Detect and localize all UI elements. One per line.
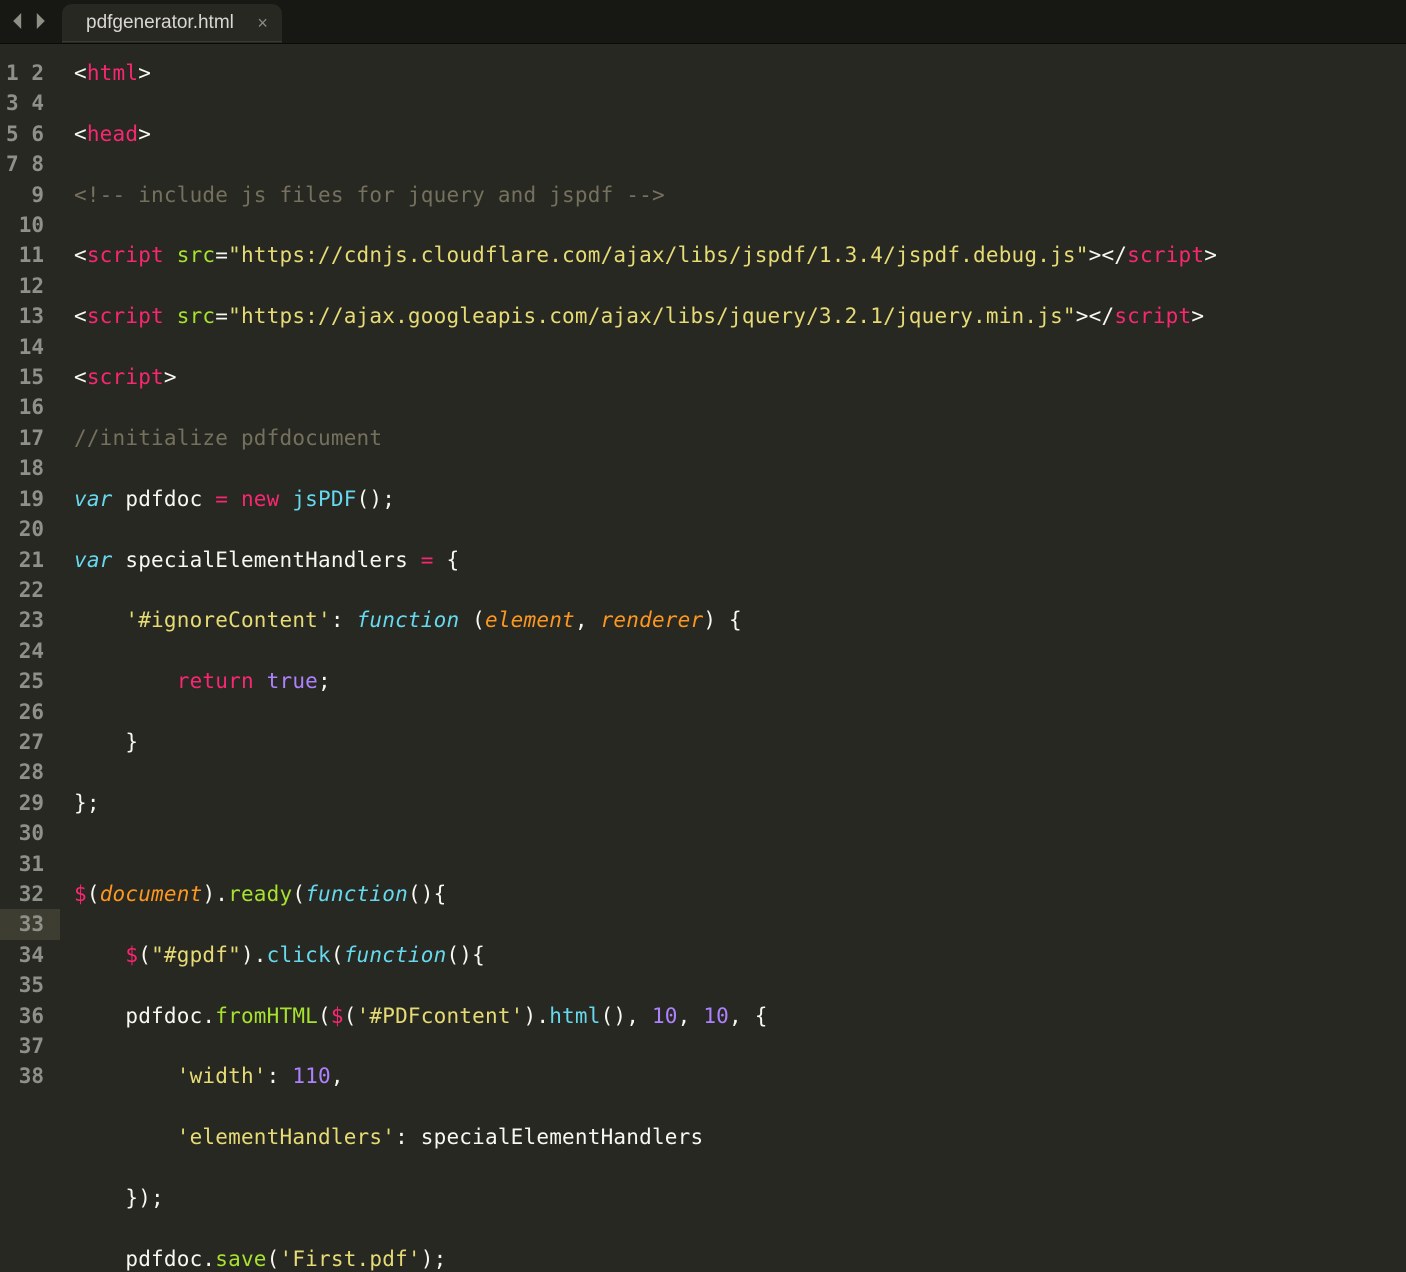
line-number: 36: [19, 1004, 44, 1028]
line-number: 14: [19, 335, 44, 359]
code-line: };: [74, 788, 1406, 818]
code-line: 'elementHandlers': specialElementHandler…: [74, 1122, 1406, 1152]
code-line: <script src="https://cdnjs.cloudflare.co…: [74, 240, 1406, 270]
code-line: //initialize pdfdocument: [74, 423, 1406, 453]
title-bar: pdfgenerator.html ×: [0, 0, 1406, 44]
code-line: $("#gpdf").click(function(){: [74, 940, 1406, 970]
code-line: <script src="https://ajax.googleapis.com…: [74, 301, 1406, 331]
line-number-gutter: 1 2 3 4 5 6 7 8 9 10 11 12 13 14 15 16 1…: [0, 44, 60, 1272]
code-line: $(document).ready(function(){: [74, 879, 1406, 909]
file-tab[interactable]: pdfgenerator.html ×: [62, 4, 282, 43]
line-number: 20: [19, 517, 44, 541]
tab-title: pdfgenerator.html: [86, 12, 234, 34]
code-line: <html>: [74, 58, 1406, 88]
line-number: 11: [19, 243, 44, 267]
code-line: return true;: [74, 666, 1406, 696]
code-line: '#ignoreContent': function (element, ren…: [74, 605, 1406, 635]
line-number: 33: [0, 909, 60, 939]
line-number: 5: [6, 122, 19, 146]
line-number: 38: [19, 1064, 44, 1088]
code-line: }: [74, 727, 1406, 757]
line-number: 27: [19, 730, 44, 754]
line-number: 23: [19, 608, 44, 632]
line-number: 30: [19, 821, 44, 845]
nav-forward-icon[interactable]: [32, 10, 48, 34]
line-number: 31: [19, 852, 44, 876]
line-number: 22: [19, 578, 44, 602]
code-line: <head>: [74, 119, 1406, 149]
line-number: 7: [6, 152, 19, 176]
line-number: 37: [19, 1034, 44, 1058]
line-number: 17: [19, 426, 44, 450]
code-line: <script>: [74, 362, 1406, 392]
line-number: 12: [19, 274, 44, 298]
line-number: 19: [19, 487, 44, 511]
line-number: 9: [31, 183, 44, 207]
line-number: 28: [19, 760, 44, 784]
line-number: 24: [19, 639, 44, 663]
code-line: var specialElementHandlers = {: [74, 545, 1406, 575]
line-number: 18: [19, 456, 44, 480]
line-number: 34: [19, 943, 44, 967]
code-line: 'width': 110,: [74, 1061, 1406, 1091]
nav-back-icon[interactable]: [10, 10, 26, 34]
line-number: 29: [19, 791, 44, 815]
line-number: 15: [19, 365, 44, 389]
line-number: 26: [19, 700, 44, 724]
code-line: });: [74, 1183, 1406, 1213]
code-line: var pdfdoc = new jsPDF();: [74, 484, 1406, 514]
line-number: 32: [19, 882, 44, 906]
line-number: 13: [19, 304, 44, 328]
tab-close-icon[interactable]: ×: [257, 14, 268, 32]
editor: 1 2 3 4 5 6 7 8 9 10 11 12 13 14 15 16 1…: [0, 44, 1406, 1272]
line-number: 3: [6, 91, 19, 115]
line-number: 35: [19, 973, 44, 997]
code-area[interactable]: <html> <head> <!-- include js files for …: [60, 44, 1406, 1272]
code-line: pdfdoc.fromHTML($('#PDFcontent').html(),…: [74, 1001, 1406, 1031]
tab-nav-arrows: [0, 0, 62, 43]
line-number: 1: [6, 61, 19, 85]
code-line: pdfdoc.save('First.pdf');: [74, 1244, 1406, 1272]
line-number: 21: [19, 548, 44, 572]
line-number: 6: [31, 122, 44, 146]
line-number: 25: [19, 669, 44, 693]
line-number: 16: [19, 395, 44, 419]
line-number: 10: [19, 213, 44, 237]
code-line: <!-- include js files for jquery and jsp…: [74, 180, 1406, 210]
line-number: 8: [31, 152, 44, 176]
line-number: 2: [31, 61, 44, 85]
line-number: 4: [31, 91, 44, 115]
